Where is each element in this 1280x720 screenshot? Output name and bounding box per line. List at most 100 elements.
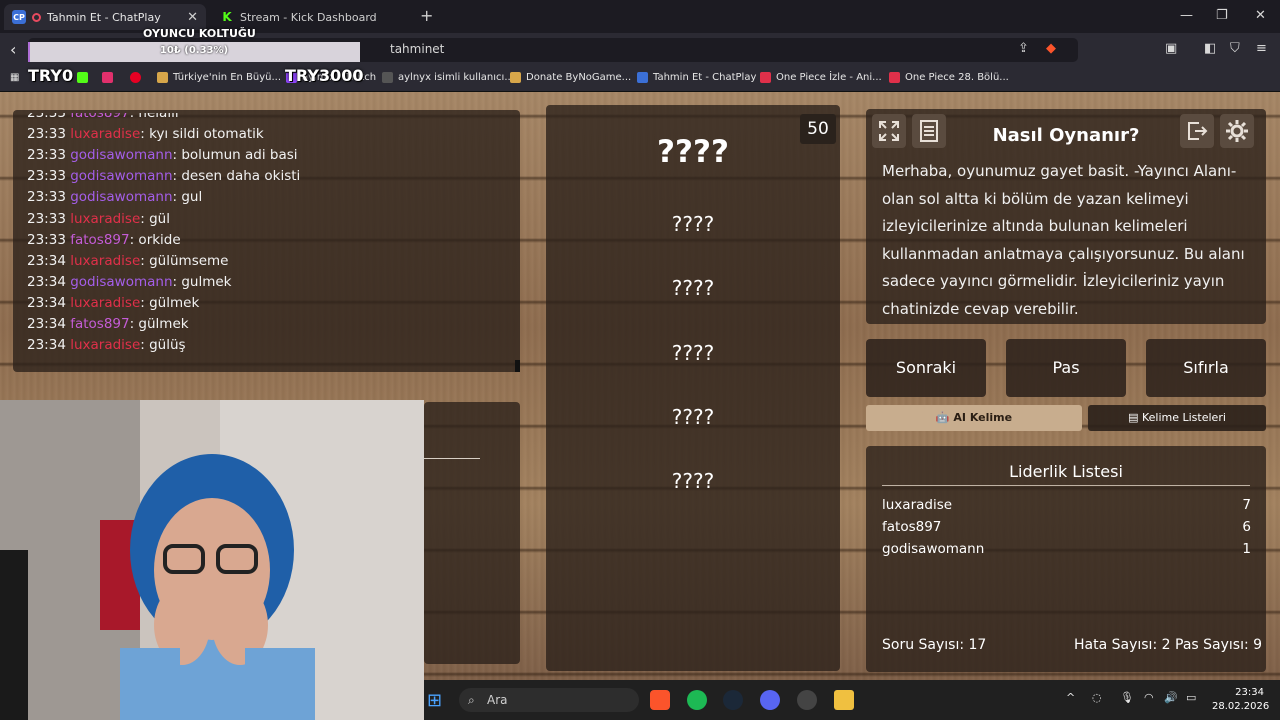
share-icon[interactable]: ⇪ <box>1018 41 1029 56</box>
leaderboard-row: luxaradise 7 <box>882 497 1251 513</box>
tab-kelime-listeleri[interactable]: ▤ Kelime Listeleri <box>1088 405 1266 431</box>
help-title: Nasıl Oynanır? <box>992 125 1140 146</box>
menu-icon[interactable]: ≡ <box>1256 41 1267 56</box>
kick-favicon-icon: K <box>220 10 234 24</box>
divider <box>424 458 480 459</box>
error-count: Hata Sayısı: 2 <box>1074 637 1171 653</box>
taskbar-search[interactable]: ⌕ Ara <box>459 688 639 712</box>
anime-favicon-icon <box>889 72 900 83</box>
chat-username[interactable]: luxaradise <box>70 126 140 142</box>
chat-text: : gül <box>140 210 170 227</box>
chat-text: : bolumun adi basi <box>172 147 298 164</box>
chat-message: 23:33 luxaradise: kyı sildi otomatik <box>27 126 264 142</box>
chat-timestamp: 23:34 <box>27 294 66 311</box>
steam-taskbar-icon[interactable] <box>723 690 743 710</box>
main-word: ???? <box>657 134 729 170</box>
help-text: Merhaba, oyunumuz gayet basit. -Yayıncı … <box>882 162 1245 318</box>
tray-app-icon[interactable]: ◌ <box>1092 691 1102 704</box>
bookmark-favicon-icon <box>157 72 168 83</box>
brave-shield-icon[interactable]: ◆ <box>1046 41 1056 56</box>
spotify-taskbar-icon[interactable] <box>687 690 707 710</box>
question-count: Soru Sayısı: 17 <box>882 637 987 653</box>
bookmark-item[interactable]: One Piece 28. Bölü... <box>889 72 1009 83</box>
chat-message: 23:33 godisawomann: gul <box>27 189 202 205</box>
tab-title: Stream - Kick Dashboard <box>240 10 377 24</box>
chat-text: : gülmek <box>140 294 200 311</box>
battery-icon[interactable]: ▭ <box>1186 691 1196 704</box>
chat-message: 23:34 luxaradise: gülümseme <box>27 253 228 269</box>
pinterest-bookmark-icon[interactable] <box>130 72 141 83</box>
chat-username[interactable]: godisawomann <box>70 147 172 163</box>
chat-username[interactable]: luxaradise <box>70 253 140 269</box>
file-explorer-taskbar-icon[interactable] <box>834 690 854 710</box>
window-close-icon[interactable]: ✕ <box>1255 8 1266 23</box>
chat-text: : gul <box>172 189 203 206</box>
chat-message: 23:33 godisawomann: desen daha okisti <box>27 168 300 184</box>
list-icon: ▤ <box>1128 411 1142 424</box>
brave-taskbar-icon[interactable] <box>650 690 670 710</box>
new-tab-button[interactable]: + <box>420 6 433 25</box>
leaderboard-row: godisawomann 1 <box>882 541 1251 557</box>
chat-username[interactable]: fatos897 <box>70 232 129 248</box>
maximize-icon[interactable]: ❐ <box>1216 8 1228 23</box>
chat-message: 23:33 luxaradise: gül <box>27 211 170 227</box>
forbidden-word: ???? <box>671 341 715 365</box>
chat-message: 23:34 luxaradise: gülüş <box>27 337 186 353</box>
overlay-title: OYUNCU KOLTUĞU <box>143 27 256 40</box>
bookmark-item[interactable]: Donate ByNoGame... <box>510 72 631 83</box>
chatplay-favicon-icon: CP <box>12 10 26 24</box>
instagram-bookmark-icon[interactable] <box>102 72 113 83</box>
windows-start-icon[interactable]: ⊞ <box>427 690 442 711</box>
discord-taskbar-icon[interactable] <box>760 690 780 710</box>
chat-timestamp: 23:34 <box>27 316 66 332</box>
taskbar-clock[interactable]: 23:34 28.02.2026 <box>1212 686 1270 714</box>
clock-date: 28.02.2026 <box>1212 701 1270 712</box>
chat-username[interactable]: godisawomann <box>70 189 172 205</box>
close-tab-icon[interactable]: ✕ <box>187 10 198 25</box>
media-icon[interactable]: ▣ <box>1165 41 1177 56</box>
chat-username[interactable]: godisawomann <box>70 168 172 184</box>
reset-button[interactable]: Sıfırla <box>1146 339 1266 397</box>
apps-grid-icon[interactable]: ▦ <box>10 72 19 83</box>
microphone-icon[interactable]: 🎙 <box>1120 691 1134 704</box>
chat-username[interactable]: luxaradise <box>70 211 140 227</box>
bookmark-favicon-icon <box>510 72 521 83</box>
minimize-icon[interactable]: — <box>1180 8 1193 23</box>
overlay-label-right: TRY3000 <box>285 66 364 85</box>
pass-count: Pas Sayısı: 9 <box>1175 637 1263 653</box>
webcam-person-image <box>0 400 424 720</box>
vpn-icon[interactable]: ⛉ <box>1230 41 1240 56</box>
chat-scrollbar[interactable] <box>515 360 520 372</box>
back-arrow-icon[interactable]: ‹ <box>10 40 16 59</box>
chat-timestamp: 23:33 <box>27 210 66 227</box>
bookmark-favicon-icon <box>382 72 393 83</box>
kick-bookmark-icon[interactable] <box>77 72 88 83</box>
chat-message: 23:33 godisawomann: bolumun adi basi <box>27 147 298 163</box>
bookmark-item[interactable]: Türkiye'nin En Büyü... <box>157 72 281 83</box>
chat-username[interactable]: luxaradise <box>70 337 140 353</box>
anime-favicon-icon <box>760 72 771 83</box>
chat-text: : orkide <box>129 231 181 248</box>
bookmark-item[interactable]: aylnyx isimli kullanıcı... <box>382 72 514 83</box>
bookmark-item[interactable]: Tahmin Et - ChatPlay <box>637 72 756 83</box>
tray-chevron-icon[interactable]: ^ <box>1066 691 1075 704</box>
recording-icon <box>32 12 41 22</box>
bookmark-item[interactable]: One Piece İzle - Ani... <box>760 72 882 83</box>
chat-username[interactable]: fatos897 <box>70 316 129 332</box>
chat-timestamp: 23:33 <box>27 231 66 248</box>
tab-ai-kelime[interactable]: 🤖 AI Kelime <box>866 405 1082 431</box>
chat-timestamp: 23:34 <box>27 273 66 290</box>
volume-icon[interactable]: 🔊 <box>1164 691 1178 704</box>
chat-text: : desen daha okisti <box>172 168 301 185</box>
sidebar-icon[interactable]: ◧ <box>1204 41 1216 56</box>
chat-username[interactable]: godisawomann <box>70 274 172 290</box>
bookmarks-bar: ▦ Türkiye'nin En Büyü... aylnyx - Twitch… <box>0 67 1280 92</box>
next-button[interactable]: Sonraki <box>866 339 986 397</box>
wifi-icon[interactable]: ◠ <box>1144 691 1154 704</box>
pass-button[interactable]: Pas <box>1006 339 1126 397</box>
chat-username[interactable]: luxaradise <box>70 295 140 311</box>
obs-taskbar-icon[interactable] <box>797 690 817 710</box>
tab-title: Tahmin Et - ChatPlay <box>47 10 161 24</box>
robot-icon: 🤖 <box>935 411 954 424</box>
webcam-feed <box>0 400 424 720</box>
